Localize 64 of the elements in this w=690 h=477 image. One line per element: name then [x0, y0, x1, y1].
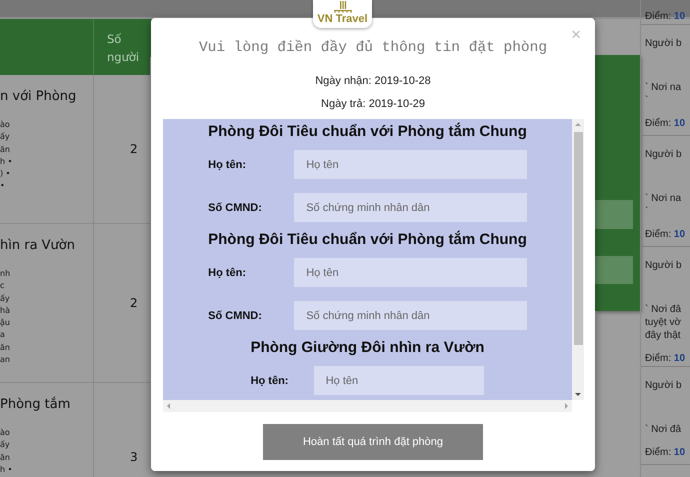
amenity-text: a [0, 329, 5, 342]
field-label: Số CMND: [208, 202, 263, 214]
guest-count: 2 [130, 296, 138, 310]
field-label: Họ tên: [250, 374, 290, 386]
amenity-text: ăn [0, 452, 10, 464]
review-score: Điểm: 10 [645, 352, 686, 366]
review-text: ` [645, 205, 648, 218]
amenity-text: ậu [0, 317, 10, 330]
amenity-text: ấy [0, 292, 10, 305]
review-text: ` Nơi na [645, 81, 682, 94]
vertical-scrollbar[interactable] [572, 119, 584, 400]
field-label: Họ tên: [208, 158, 248, 170]
room-title: Phòng Giường Đôi nhìn ra Vườn [250, 338, 484, 358]
review-text: ` Nơi đâ [645, 303, 682, 316]
amenity-text: ) • [0, 168, 10, 180]
input-field[interactable] [595, 200, 633, 228]
amenity-text: ấy [0, 439, 10, 452]
review-score: Điểm: 10 [645, 446, 686, 460]
review-text: ` Nơi na [645, 192, 682, 205]
amenity-text: ăn [0, 144, 10, 156]
amenity-text: hà [0, 304, 10, 317]
guest-count: 2 [130, 142, 138, 156]
amenity-text: h • [0, 464, 12, 476]
field-label: Họ tên: [208, 266, 248, 278]
amenity-text: ào [0, 119, 10, 131]
logo: VN Travel [313, 0, 372, 28]
room-title: Phòng Đôi Tiêu chuẩn với Phòng tắm Chung [208, 122, 527, 142]
amenity-text: ấy [0, 131, 10, 144]
guest-count: 3 [130, 450, 138, 464]
amenity-text: ào [0, 427, 10, 439]
room-name: Phòng tắm [0, 396, 70, 414]
reviewer-name: Người b [645, 37, 682, 51]
field-label: Số CMND: [208, 310, 263, 322]
reviewer-name: Người b [645, 148, 682, 162]
amenity-text: • [0, 180, 5, 192]
review-text: ` [645, 94, 648, 107]
amenity-text: h • [0, 156, 12, 168]
reviewer-name: Người b [645, 259, 682, 273]
amenity-text: c [0, 280, 4, 292]
amenity-text: an [0, 354, 10, 366]
review-text: đây thật [645, 329, 681, 342]
input-field[interactable]: Họ tên [294, 258, 527, 287]
input-field[interactable]: Họ tên [314, 366, 484, 395]
reviewer-name: Người b [645, 379, 682, 393]
input-field[interactable] [595, 256, 633, 284]
input-field[interactable]: Họ tên [294, 150, 527, 179]
amenity-text: nh [0, 268, 10, 280]
column-header: Số người [106, 31, 140, 66]
review-text: tuyệt vờ [645, 316, 682, 329]
check-out-date: Ngày trả: 2019-10-29 [321, 97, 425, 111]
submit-button[interactable]: Hoàn tất quá trình đặt phòng [263, 424, 483, 460]
review-score: Điểm: 10 [645, 10, 686, 24]
input-field[interactable]: Số chứng minh nhân dân [294, 301, 527, 330]
room-title: Phòng Đôi Tiêu chuẩn với Phòng tắm Chung [208, 230, 527, 250]
amenity-text: ăn [0, 342, 10, 354]
modal-title: Vui lòng điền đầy đủ thông tin đặt phòng [198, 39, 548, 57]
review-text: ` Nơi đâ [645, 423, 682, 436]
room-name: hìn ra Vườn [0, 237, 75, 255]
check-in-date: Ngày nhận: 2019-10-28 [315, 74, 431, 88]
input-field[interactable]: Số chứng minh nhân dân [294, 193, 527, 222]
review-score: Điểm: 10 [645, 228, 686, 242]
room-name: n với Phòng [0, 88, 76, 106]
horizontal-scrollbar[interactable] [163, 400, 572, 412]
review-score: Điểm: 10 [645, 117, 686, 131]
